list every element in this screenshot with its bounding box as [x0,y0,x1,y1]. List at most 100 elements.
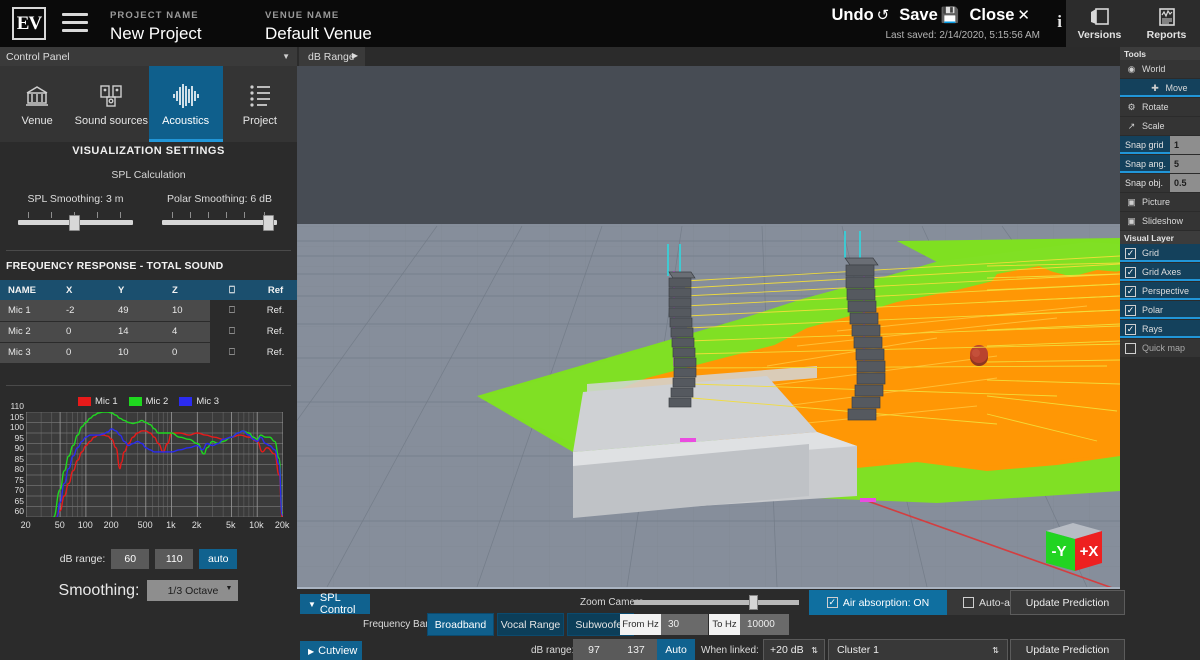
layer-grid-axes[interactable]: ✓ Grid Axes [1120,263,1200,282]
stepper-arrows-icon[interactable]: ⇅ [992,646,999,655]
band-vocal-range-button[interactable]: Vocal Range [497,613,564,636]
from-hz-input[interactable]: 30 [661,614,708,635]
info-icon[interactable]: i [1057,12,1062,32]
tool-slideshow[interactable]: ▣ Slideshow [1120,212,1200,231]
save-button[interactable]: Save [899,6,938,24]
zoom-camera-slider-knob[interactable] [749,595,758,610]
layer-grid[interactable]: ✓ Grid [1120,244,1200,263]
delete-mic-icon[interactable]: ⎕ [210,342,254,363]
tool-world[interactable]: ◉ World [1120,60,1200,79]
project-name-value[interactable]: New Project [110,24,202,44]
ref-mic-button[interactable]: Ref. [254,342,297,363]
tool-picture[interactable]: ▣ Picture [1120,193,1200,212]
zoom-camera-slider-track[interactable] [634,600,799,605]
mic-y[interactable]: 14 [110,321,164,342]
chart-y-tick: 60 [15,507,24,515]
spl-smoothing-knob[interactable] [69,215,80,231]
legend-swatch [78,397,91,406]
stepper-arrows-icon[interactable]: ⇅ [811,646,818,655]
cutview-button[interactable]: ▶ Cutview [300,641,362,660]
db-range-tab[interactable]: dB Range ▶ [299,47,365,66]
reports-button[interactable]: Reports [1133,0,1200,47]
update-prediction-button-bottom[interactable]: Update Prediction [1010,639,1125,660]
mic-name: Mic 1 [0,300,58,321]
polar-smoothing-slider[interactable]: Polar Smoothing: 6 dB [162,193,277,225]
chart-x-tick: 50 [55,520,65,530]
smoothing-label: Smoothing: [59,582,140,600]
bottom-db-auto-button[interactable]: Auto [657,639,695,660]
chart-db-auto-button[interactable]: auto [199,549,237,569]
mic-y[interactable]: 10 [110,342,164,363]
mic-table-header-row: NAME X Y Z ⎕ Ref [0,280,297,300]
3d-viewport[interactable]: -Y +X [297,66,1120,587]
snap-grid-label[interactable]: Snap grid [1120,136,1170,154]
close-button[interactable]: Close [969,6,1014,24]
gizmo-right-label: +X [1080,543,1099,560]
delete-mic-icon[interactable]: ⎕ [210,321,254,342]
divider-1 [6,250,291,251]
table-row[interactable]: Mic 3 0 10 0 ⎕ Ref. [0,342,297,363]
chart-db-max-input[interactable]: 110 [155,549,193,569]
tab-acoustics[interactable]: Acoustics [149,66,223,142]
table-row[interactable]: Mic 2 0 14 4 ⎕ Ref. [0,321,297,342]
chart-db-min-input[interactable]: 60 [111,549,149,569]
layer-perspective[interactable]: ✓ Perspective [1120,282,1200,301]
hamburger-menu-icon[interactable] [62,13,88,33]
chevron-down-icon: ▼ [226,585,233,592]
spl-control-button[interactable]: ▼ SPL Control [300,594,370,614]
when-linked-stepper[interactable]: +20 dB ⇅ [763,639,825,660]
undo-button[interactable]: Undo [832,6,874,24]
mic-x[interactable]: -2 [58,300,110,321]
mic-x[interactable]: 0 [58,342,110,363]
snap-grid-value[interactable]: 1 [1170,136,1200,154]
tool-rotate[interactable]: ⚙ Rotate [1120,98,1200,117]
mic-z[interactable]: 4 [164,321,210,342]
chart-y-tick: 105 [10,413,24,421]
mic-z[interactable]: 0 [164,342,210,363]
chevron-down-icon[interactable]: ▼ [282,52,290,61]
band-broadband-button[interactable]: Broadband [427,613,494,636]
mic-x[interactable]: 0 [58,321,110,342]
cluster-select[interactable]: Cluster 1 ⇅ [828,639,1008,660]
close-icon[interactable]: ✕ [1017,7,1030,24]
snap-object-value[interactable]: 0.5 [1170,174,1200,192]
polar-smoothing-track[interactable] [162,220,277,225]
tab-venue[interactable]: Venue [0,66,74,142]
bottom-db-min-input[interactable]: 97 [573,639,615,660]
spl-smoothing-track[interactable] [18,220,133,225]
layer-polar[interactable]: ✓ Polar [1120,301,1200,320]
polar-smoothing-knob[interactable] [263,215,274,231]
venue-name-value[interactable]: Default Venue [265,24,372,44]
spl-smoothing-slider[interactable]: SPL Smoothing: 3 m [18,193,133,225]
ref-mic-button[interactable]: Ref. [254,321,297,342]
snap-angle-label[interactable]: Snap ang. [1120,155,1170,173]
save-icon[interactable]: 💾 [941,7,960,24]
tool-move[interactable]: ✚ Move [1120,79,1200,98]
snap-object-label[interactable]: Snap obj. [1120,174,1170,192]
chart-x-tick: 20 [21,520,31,530]
mic-z[interactable]: 10 [164,300,210,321]
layer-quick-map[interactable]: Quick map [1120,339,1200,358]
tab-sound-sources[interactable]: Sound sources [74,66,148,142]
update-prediction-button-top[interactable]: Update Prediction [1010,590,1125,615]
venue-icon [23,82,51,110]
versions-button[interactable]: Versions [1066,0,1133,47]
bottom-db-max-input[interactable]: 137 [615,639,657,660]
tab-project[interactable]: Project [223,66,297,142]
chart-x-tick: 10k [249,520,264,530]
delete-mic-icon[interactable]: ⎕ [210,300,254,321]
undo-icon[interactable]: ↺ [877,7,890,24]
ref-mic-button[interactable]: Ref. [254,300,297,321]
table-row[interactable]: Mic 1 -2 49 10 ⎕ Ref. [0,300,297,321]
layer-grid-label: Grid [1142,248,1159,258]
tool-scale[interactable]: ↗ Scale [1120,117,1200,136]
smoothing-select[interactable]: 1/3 Octave ▼ [147,580,238,601]
smoothing-row: Smoothing: 1/3 Octave ▼ [0,580,297,601]
axis-gizmo[interactable]: -Y +X [1038,515,1112,579]
snap-angle-value[interactable]: 5 [1170,155,1200,173]
control-panel-header[interactable]: Control Panel ▼ [0,47,297,66]
air-absorption-toggle[interactable]: ✓ Air absorption: ON [809,590,947,615]
layer-rays[interactable]: ✓ Rays [1120,320,1200,339]
to-hz-input[interactable]: 10000 [740,614,789,635]
mic-y[interactable]: 49 [110,300,164,321]
